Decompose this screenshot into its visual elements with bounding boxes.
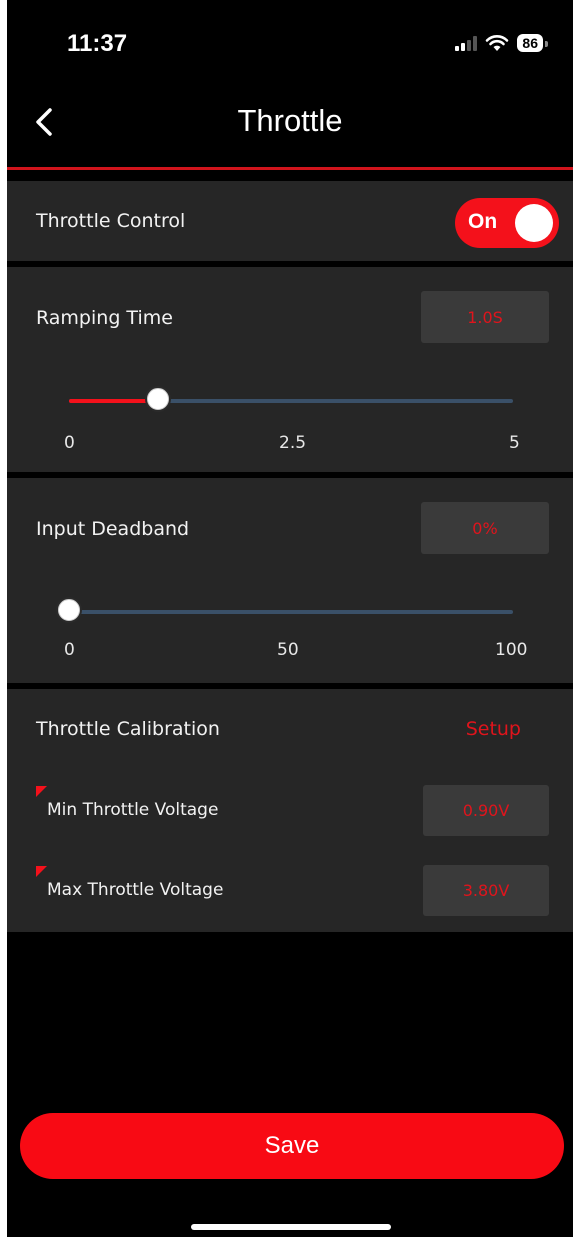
throttle-control-card: Throttle Control On [7, 181, 573, 261]
save-button[interactable]: Save [20, 1113, 564, 1179]
ramping-mid-tick: 2.5 [279, 433, 307, 453]
status-icons: 86 [455, 34, 548, 52]
ramping-time-label: Ramping Time [36, 307, 173, 329]
throttle-calibration-label: Throttle Calibration [36, 718, 220, 740]
flag-icon [36, 866, 47, 877]
wifi-icon [486, 35, 509, 51]
input-deadband-slider[interactable] [56, 597, 513, 623]
ramping-time-value[interactable]: 1.0S [421, 291, 549, 343]
max-throttle-voltage-value[interactable]: 3.80V [423, 865, 549, 916]
app-screen: 11:37 86 Throttle Throttle Control On Ra… [7, 0, 573, 1237]
throttle-control-toggle[interactable]: On [455, 198, 559, 248]
throttle-calibration-card: Throttle Calibration Setup Min Throttle … [7, 689, 573, 932]
min-throttle-voltage-value[interactable]: 0.90V [423, 785, 549, 836]
toggle-knob [515, 204, 553, 242]
deadband-max-tick: 100 [495, 640, 528, 660]
throttle-control-label: Throttle Control [36, 210, 186, 232]
setup-link[interactable]: Setup [466, 718, 521, 740]
page-title: Throttle [237, 103, 343, 138]
ramping-time-slider[interactable] [69, 386, 513, 412]
ramping-time-card: Ramping Time 1.0S 0 2.5 5 [7, 267, 573, 472]
input-deadband-value[interactable]: 0% [421, 502, 549, 554]
toggle-state-label: On [468, 210, 498, 233]
max-throttle-voltage-label: Max Throttle Voltage [47, 880, 224, 900]
deadband-min-tick: 0 [64, 640, 75, 660]
ramping-max-tick: 5 [509, 433, 520, 453]
ramping-min-tick: 0 [64, 433, 75, 453]
deadband-mid-tick: 50 [277, 640, 299, 660]
home-indicator [191, 1224, 391, 1230]
slider-thumb[interactable] [144, 386, 171, 412]
input-deadband-card: Input Deadband 0% 0 50 100 [7, 478, 573, 683]
cellular-signal-icon [455, 35, 478, 51]
battery-indicator: 86 [517, 34, 548, 52]
status-time: 11:37 [67, 30, 128, 57]
input-deadband-label: Input Deadband [36, 518, 190, 540]
slider-thumb[interactable] [56, 597, 82, 623]
flag-icon [36, 786, 47, 797]
header-divider [7, 167, 573, 170]
min-throttle-voltage-label: Min Throttle Voltage [47, 800, 219, 820]
